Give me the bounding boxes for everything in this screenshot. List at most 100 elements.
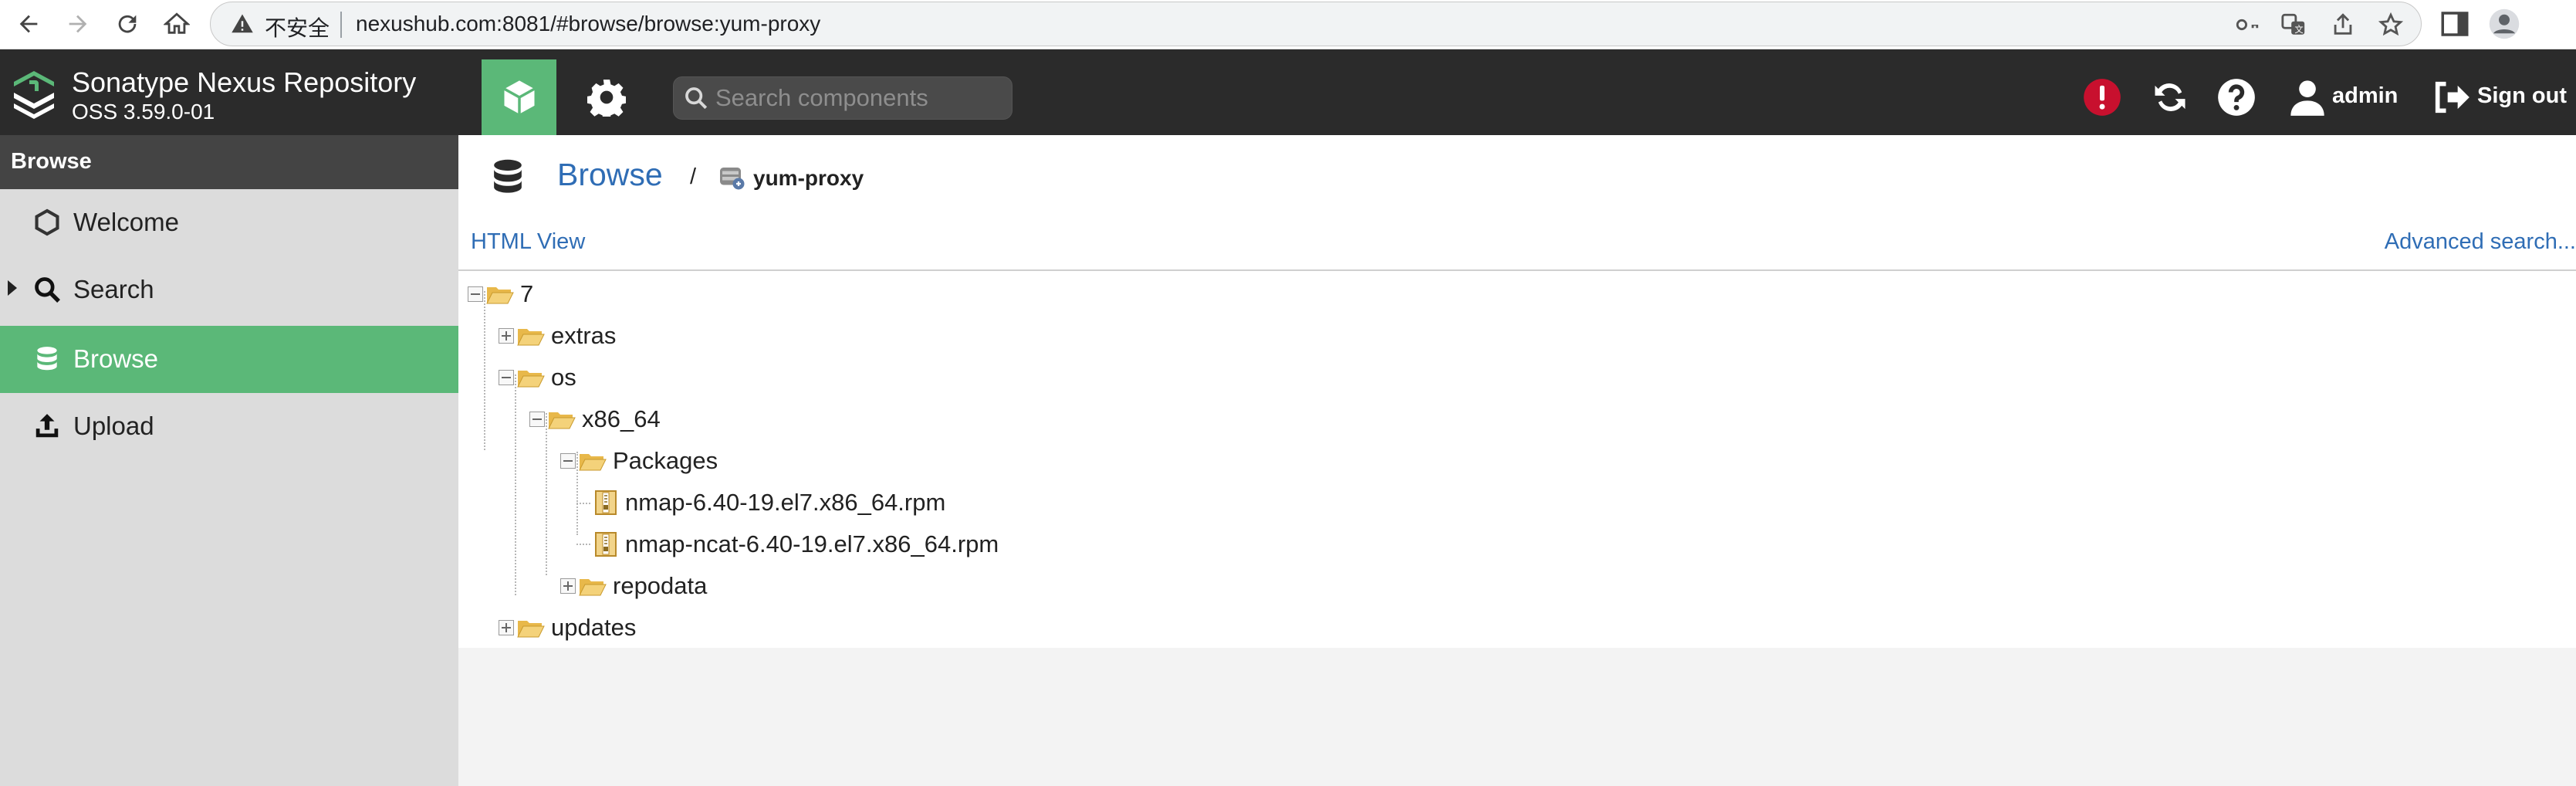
system-alert-button[interactable] <box>2082 77 2122 117</box>
sidebar-item-label: Upload <box>73 412 154 440</box>
main-panel: Browse / yum-proxy HTML View Advanced se… <box>458 135 2576 648</box>
database-icon <box>32 344 62 374</box>
reload-button[interactable] <box>110 6 145 42</box>
tree-node-os[interactable]: os <box>499 360 576 395</box>
sign-out-button[interactable] <box>2431 77 2471 117</box>
breadcrumb-browse[interactable]: Browse <box>557 157 663 193</box>
app-header: Sonatype Nexus Repository OSS 3.59.0-01 … <box>0 49 2576 135</box>
sidebar-item-upload[interactable]: Upload <box>0 393 458 460</box>
insecure-label: 不安全 <box>265 16 330 40</box>
folder-open-icon <box>517 329 545 346</box>
cube-icon <box>503 80 535 114</box>
reload-icon <box>118 15 137 33</box>
tree-node-packages[interactable]: Packages <box>560 443 718 479</box>
brand-version: OSS 3.59.0-01 <box>72 100 215 124</box>
hexagon-icon <box>32 208 62 237</box>
sidebar-item-label: Browse <box>73 344 159 373</box>
svg-text:文: 文 <box>2294 24 2303 35</box>
key-icon[interactable] <box>2234 12 2260 38</box>
tree-node-label: updates <box>551 614 637 641</box>
breadcrumb-repository: yum-proxy <box>753 166 864 190</box>
archive-file-icon <box>595 532 617 557</box>
sidebar-title: Browse <box>11 149 92 174</box>
sidebar-item-label: Welcome <box>73 208 179 236</box>
breadcrumb-separator: / <box>690 164 697 189</box>
alert-icon <box>2084 79 2121 116</box>
warning-icon <box>232 14 253 33</box>
back-button[interactable] <box>11 6 46 42</box>
folder-open-icon <box>486 287 514 304</box>
folder-open-icon <box>548 412 576 429</box>
user-icon <box>2290 80 2324 116</box>
tree-guide-line <box>484 291 485 450</box>
help-icon <box>2218 79 2255 116</box>
database-icon <box>494 159 522 193</box>
administration-button[interactable] <box>571 59 642 135</box>
main-empty-area <box>458 648 2576 786</box>
omnibox-separator <box>340 12 342 38</box>
expand-toggle-icon[interactable] <box>499 620 514 635</box>
collapse-toggle-icon[interactable] <box>468 286 483 302</box>
folder-open-icon <box>579 454 607 471</box>
expand-arrow-icon[interactable] <box>8 280 17 296</box>
forward-arrow-icon <box>69 15 87 33</box>
tree-node-nmap-rpm[interactable]: nmap-6.40-19.el7.x86_64.rpm <box>594 485 945 520</box>
search-icon <box>32 275 62 304</box>
forward-button[interactable] <box>60 6 96 42</box>
tree-node-label: repodata <box>613 572 708 599</box>
tree-guide-line <box>576 544 590 545</box>
sidebar-item-welcome[interactable]: Welcome <box>0 189 458 256</box>
address-bar[interactable]: 不安全 nexushub.com:8081/#browse/browse:yum… <box>210 2 2422 46</box>
brand-title: Sonatype Nexus Repository <box>72 66 417 98</box>
html-view-link[interactable]: HTML View <box>471 229 585 255</box>
user-name[interactable]: admin <box>2332 83 2398 109</box>
sidebar-item-search[interactable]: Search <box>0 256 458 324</box>
translate-icon[interactable]: 文 <box>2280 12 2307 38</box>
sidebar-item-browse[interactable]: Browse <box>0 326 458 393</box>
collapse-toggle-icon[interactable] <box>529 412 545 427</box>
tree-node-x86_64[interactable]: x86_64 <box>529 401 661 437</box>
refresh-button[interactable] <box>2150 77 2190 117</box>
sidebar-item-label: Search <box>73 275 154 303</box>
folder-open-icon <box>517 621 545 638</box>
collapse-toggle-icon[interactable] <box>499 370 514 385</box>
home-button[interactable] <box>159 6 194 42</box>
tree-node-7[interactable]: 7 <box>468 276 533 312</box>
expand-toggle-icon[interactable] <box>560 578 576 594</box>
back-arrow-icon <box>19 15 38 33</box>
sidebar: Browse Welcome Search Browse Upload <box>0 135 458 786</box>
toolbar-divider <box>458 269 2576 271</box>
gear-icon <box>587 80 626 117</box>
collapse-toggle-icon[interactable] <box>560 453 576 469</box>
tree-node-updates[interactable]: updates <box>499 610 636 645</box>
bookmark-star-icon[interactable] <box>2378 12 2404 38</box>
tree-node-nmap-ncat-rpm[interactable]: nmap-ncat-6.40-19.el7.x86_64.rpm <box>594 527 999 562</box>
folder-open-icon <box>579 579 607 596</box>
share-icon[interactable] <box>2330 12 2356 38</box>
tree-node-label: Packages <box>613 447 718 474</box>
browse-mode-button[interactable] <box>482 59 556 135</box>
tree-node-label: os <box>551 364 576 391</box>
tree-node-extras[interactable]: extras <box>499 318 616 354</box>
search-components-input[interactable] <box>715 82 1001 114</box>
nexus-logo-icon <box>14 71 54 119</box>
user-button[interactable] <box>2287 77 2328 117</box>
sidebar-header: Browse <box>0 135 458 189</box>
tree-guide-line <box>515 374 516 595</box>
upload-icon <box>32 412 62 441</box>
browser-toolbar: 不安全 nexushub.com:8081/#browse/browse:yum… <box>0 0 2576 49</box>
help-button[interactable] <box>2216 77 2257 117</box>
tree-node-label: nmap-ncat-6.40-19.el7.x86_64.rpm <box>625 530 999 557</box>
refresh-icon <box>2155 83 2186 111</box>
profile-avatar-icon[interactable] <box>2488 8 2520 40</box>
component-search-box[interactable] <box>673 76 1012 120</box>
tree-node-label: extras <box>551 322 617 349</box>
repository-proxy-icon <box>720 168 745 190</box>
expand-toggle-icon[interactable] <box>499 328 514 344</box>
sign-out-label[interactable]: Sign out <box>2477 83 2567 109</box>
tree-node-repodata[interactable]: repodata <box>560 568 707 604</box>
advanced-search-link[interactable]: Advanced search... <box>2385 229 2576 255</box>
side-panel-icon[interactable] <box>2439 8 2471 40</box>
url-text[interactable]: nexushub.com:8081/#browse/browse:yum-pro… <box>356 12 820 36</box>
sign-out-icon <box>2435 81 2470 113</box>
